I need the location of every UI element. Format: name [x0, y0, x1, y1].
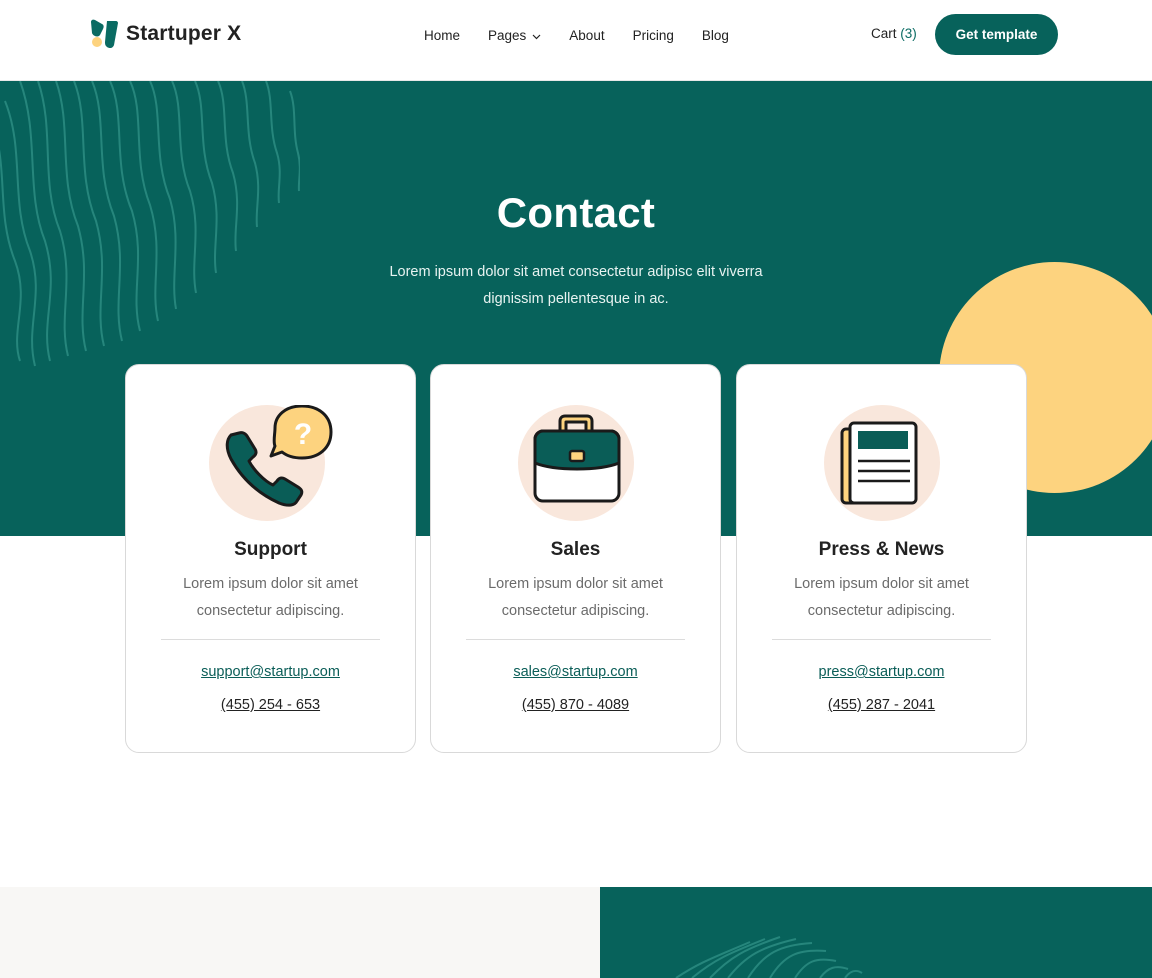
- briefcase-icon: [514, 405, 640, 523]
- nav-home[interactable]: Home: [424, 26, 460, 44]
- newspaper-icon: [820, 405, 946, 523]
- divider: [161, 639, 380, 640]
- card-description: Lorem ipsum dolor sit amet consectetur a…: [183, 576, 358, 619]
- press-phone-link[interactable]: (455) 287 - 2041: [737, 697, 1026, 713]
- svg-text:?: ?: [294, 418, 312, 451]
- support-phone-link[interactable]: (455) 254 - 653: [126, 697, 415, 713]
- main-nav: Home Pages About Pricing Blog: [424, 26, 729, 44]
- bottom-left-panel: [0, 887, 600, 978]
- nav-about[interactable]: About: [569, 26, 604, 44]
- nav-pages[interactable]: Pages: [488, 26, 541, 44]
- brand-name: Startuper X: [126, 22, 242, 45]
- wavy-lines-decoration: [675, 936, 863, 978]
- nav-blog-label: Blog: [701, 27, 729, 43]
- chevron-down-icon: [532, 28, 541, 43]
- site-header: Startuper X Home Pages About Pricing Blo…: [0, 0, 1152, 81]
- phone-question-icon: ?: [209, 404, 335, 523]
- logo-icon: [89, 19, 118, 49]
- cart-label: Cart: [871, 26, 897, 41]
- nav-about-label: About: [569, 27, 605, 43]
- support-email-link[interactable]: support@startup.com: [126, 664, 415, 680]
- bottom-right-panel: [600, 887, 1152, 978]
- hero-subtitle: Lorem ipsum dolor sit amet consectetur a…: [389, 264, 763, 307]
- divider: [772, 639, 991, 640]
- cart-count: (3): [900, 26, 917, 41]
- card-title: Support: [234, 539, 307, 560]
- contact-card-press: Press & News Lorem ipsum dolor sit amet …: [736, 364, 1027, 753]
- nav-blog[interactable]: Blog: [702, 26, 729, 44]
- contact-card-support: ? Support Lorem ipsum dolor sit amet con…: [125, 364, 416, 753]
- sales-phone-link[interactable]: (455) 870 - 4089: [431, 697, 720, 713]
- card-description: Lorem ipsum dolor sit amet consectetur a…: [794, 576, 969, 619]
- divider: [466, 639, 685, 640]
- contact-card-sales: Sales Lorem ipsum dolor sit amet consect…: [430, 364, 721, 753]
- page-title: Contact: [496, 189, 656, 236]
- brand-logo[interactable]: Startuper X: [89, 19, 241, 49]
- sales-email-link[interactable]: sales@startup.com: [431, 664, 720, 680]
- nav-home-label: Home: [424, 27, 461, 43]
- cart-link[interactable]: Cart (3): [871, 26, 917, 41]
- card-title: Sales: [550, 539, 601, 560]
- card-title: Press & News: [818, 539, 945, 560]
- nav-pages-label: Pages: [488, 27, 527, 43]
- nav-pricing-label: Pricing: [632, 27, 674, 43]
- get-template-button[interactable]: Get template: [935, 14, 1058, 55]
- press-email-link[interactable]: press@startup.com: [737, 664, 1026, 680]
- card-description: Lorem ipsum dolor sit amet consectetur a…: [488, 576, 663, 619]
- nav-pricing[interactable]: Pricing: [633, 26, 674, 44]
